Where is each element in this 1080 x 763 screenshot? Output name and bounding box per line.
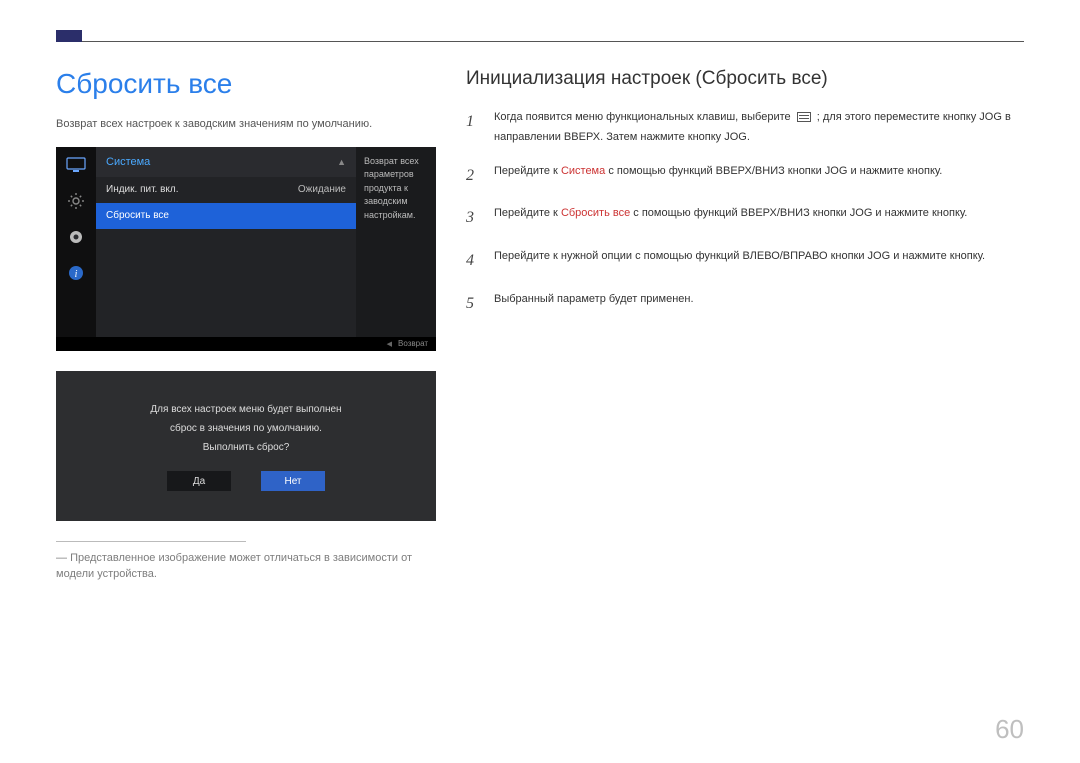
confirm-text: Для всех настроек меню будет выполнен сб… [150, 400, 341, 457]
keyword-system: Система [561, 165, 605, 177]
osd-rail: i [56, 147, 96, 351]
step-text: Когда появится меню функциональных клави… [494, 111, 794, 123]
steps-list: 1 Когда появится меню функциональных кла… [466, 108, 1024, 319]
step-text: Выбранный параметр будет применен. [494, 290, 1024, 319]
up-arrow-icon: ▲ [337, 157, 346, 167]
step-text: Перейдите к нужной опции с помощью функц… [494, 247, 1024, 276]
left-arrow-icon: ◀ [387, 340, 392, 348]
keyword-reset-all: Сбросить все [561, 207, 630, 219]
footnote-text: Представленное изображение может отличат… [56, 550, 436, 583]
step-number: 1 [466, 108, 480, 148]
osd-row-label: Сбросить все [106, 210, 169, 221]
osd-footer: ◀ Возврат [56, 337, 436, 351]
osd-row-value: Ожидание [298, 184, 346, 195]
step-text: с помощью функций ВВЕРХ/ВНИЗ кнопки JOG … [633, 207, 967, 219]
gear-icon [62, 183, 90, 219]
section-title: Сбросить все [56, 68, 436, 100]
monitor-icon [62, 147, 90, 183]
right-title: Инициализация настроек (Сбросить все) [466, 68, 1024, 90]
footnote-separator [56, 541, 246, 542]
osd-help-text: Возврат всех параметров продукта к завод… [356, 147, 436, 351]
step-2: 2 Перейдите к Система с помощью функций … [466, 162, 1024, 191]
osd-row-power-led: Индик. пит. вкл. Ожидание [96, 177, 356, 203]
menu-icon [797, 112, 811, 122]
osd-panel: Система ▲ Индик. пит. вкл. Ожидание Сбро… [96, 147, 356, 351]
step-number: 3 [466, 204, 480, 233]
osd-return-label: Возврат [398, 339, 428, 348]
yes-button[interactable]: Да [167, 471, 231, 491]
osd-menu-title: Система [106, 156, 150, 168]
step-text: Перейдите к [494, 165, 561, 177]
info-icon: i [62, 255, 90, 291]
confirm-line3: Выполнить сброс? [203, 442, 290, 453]
step-1: 1 Когда появится меню функциональных кла… [466, 108, 1024, 148]
svg-text:i: i [75, 269, 78, 280]
step-4: 4 Перейдите к нужной опции с помощью фун… [466, 247, 1024, 276]
no-button[interactable]: Нет [261, 471, 325, 491]
osd-row-label: Индик. пит. вкл. [106, 184, 179, 195]
step-text: с помощью функций ВВЕРХ/ВНИЗ кнопки JOG … [608, 165, 942, 177]
header-mark [56, 30, 82, 42]
osd-menu-title-row: Система ▲ [96, 147, 356, 177]
gear-solid-icon [62, 219, 90, 255]
confirm-dialog: Для всех настроек меню будет выполнен сб… [56, 371, 436, 521]
osd-screenshot: i Система ▲ Индик. пит. вкл. Ожидание Сб… [56, 147, 436, 351]
step-3: 3 Перейдите к Сбросить все с помощью фун… [466, 204, 1024, 233]
page-number: 60 [995, 714, 1024, 745]
step-text: Перейдите к [494, 207, 561, 219]
confirm-line2: сброс в значения по умолчанию. [170, 423, 322, 434]
step-number: 2 [466, 162, 480, 191]
step-number: 5 [466, 290, 480, 319]
intro-text: Возврат всех настроек к заводским значен… [56, 116, 436, 133]
header-line [82, 41, 1024, 42]
header-rule [56, 30, 1024, 42]
step-5: 5 Выбранный параметр будет применен. [466, 290, 1024, 319]
osd-row-reset-all: Сбросить все [96, 203, 356, 229]
step-number: 4 [466, 247, 480, 276]
confirm-line1: Для всех настроек меню будет выполнен [150, 404, 341, 415]
